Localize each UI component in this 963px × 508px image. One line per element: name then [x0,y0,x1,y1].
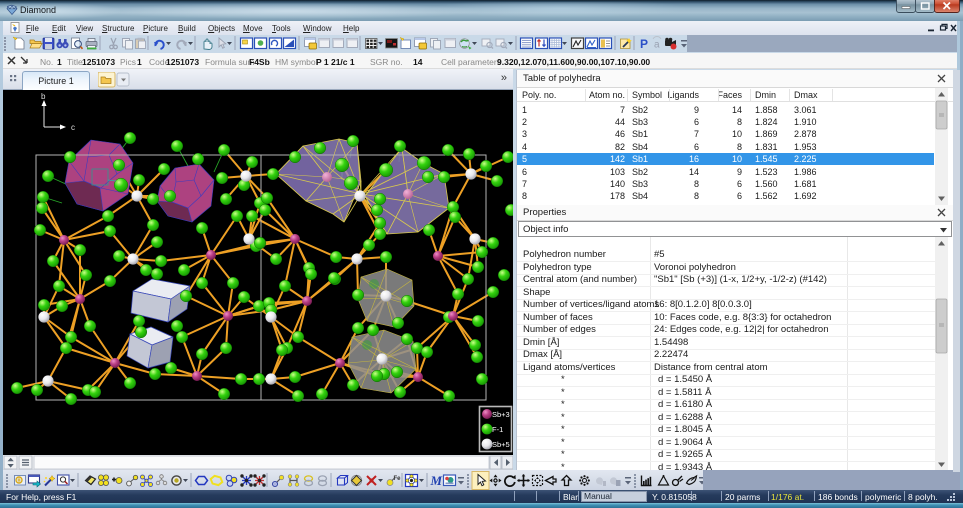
svg-text:P: P [640,37,648,51]
svg-text:Fe: Fe [394,476,402,482]
svg-text:M: M [430,473,443,488]
svg-text:c: c [71,123,75,132]
svg-text:a: a [654,40,660,51]
svg-text:b: b [41,92,46,101]
svg-text:Sb+3: Sb+3 [492,410,510,419]
svg-text:Sb+5: Sb+5 [492,440,510,449]
svg-text:F-1: F-1 [492,425,503,434]
